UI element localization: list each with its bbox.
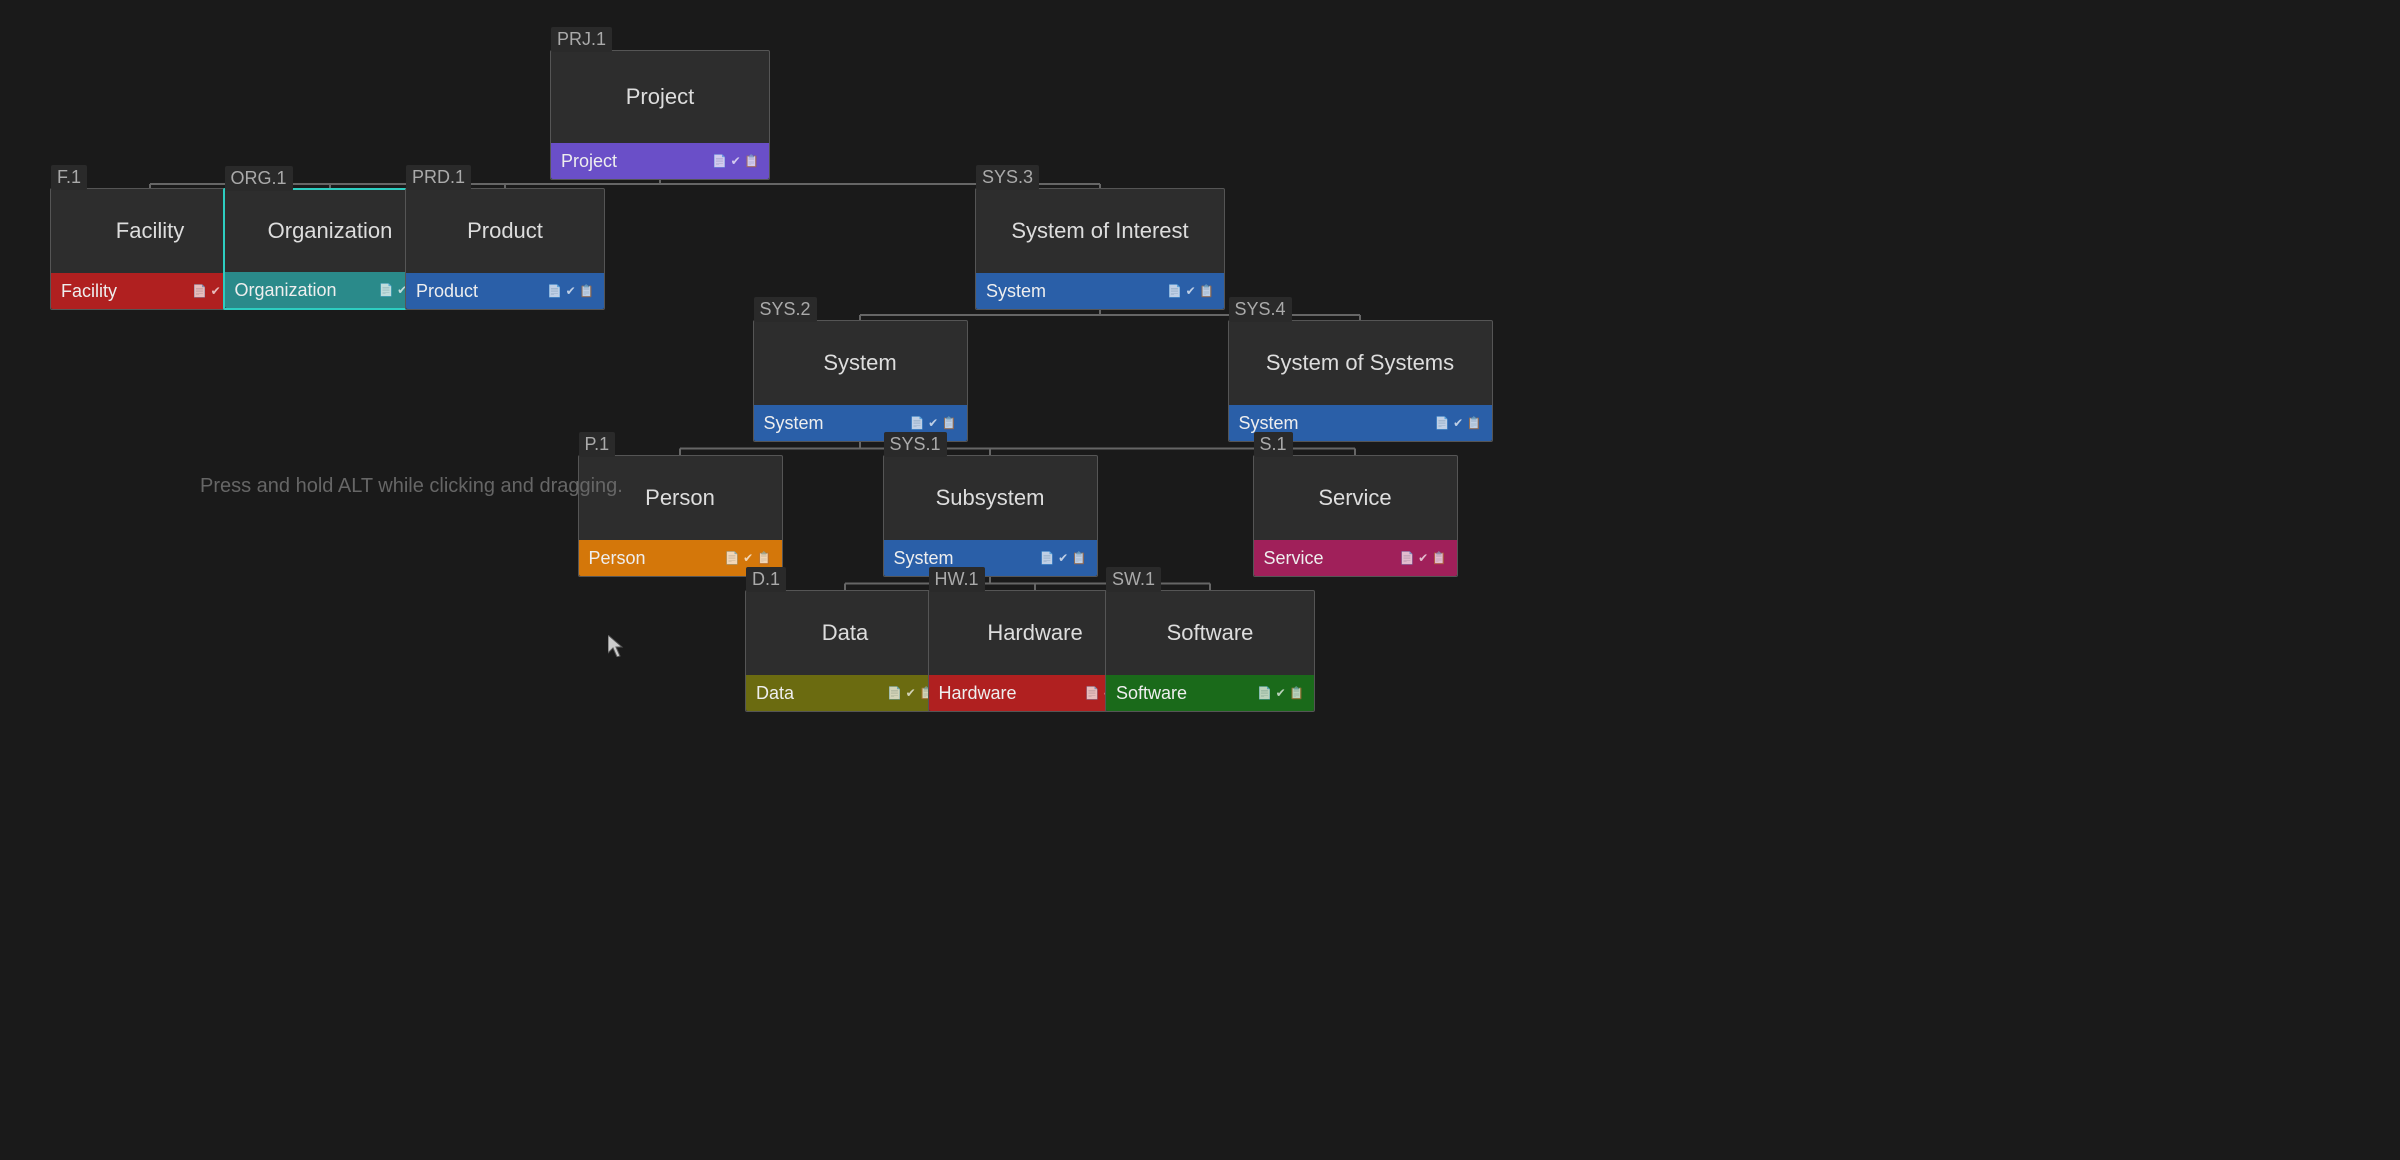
node-footer-icons: 📄 ✔ 📋 bbox=[712, 154, 759, 168]
node-footer-icons: 📄 ✔ 📋 bbox=[547, 284, 594, 298]
node-title: Data bbox=[746, 591, 944, 675]
node-sw-1[interactable]: SW.1SoftwareSoftware📄 ✔ 📋 bbox=[1105, 590, 1315, 712]
node-title: Service bbox=[1254, 456, 1457, 540]
node-title: Product bbox=[406, 189, 604, 273]
node-title: Organization bbox=[225, 190, 436, 272]
node-title: Project bbox=[551, 51, 769, 143]
node-footer-label: Data bbox=[756, 683, 881, 704]
node-footer: Service 📄 ✔ 📋 bbox=[1254, 540, 1457, 576]
node-sys-1[interactable]: SYS.1SubsystemSystem📄 ✔ 📋 bbox=[883, 455, 1098, 577]
node-d-1[interactable]: D.1DataData📄 ✔ 📋 bbox=[745, 590, 945, 712]
node-f-1[interactable]: F.1FacilityFacility📄 ✔ 📋 bbox=[50, 188, 250, 310]
node-footer-label: Hardware bbox=[939, 683, 1079, 704]
node-id-badge: S.1 bbox=[1254, 432, 1293, 457]
node-id-badge: SW.1 bbox=[1106, 567, 1161, 592]
node-title: Subsystem bbox=[884, 456, 1097, 540]
node-id-badge: PRJ.1 bbox=[551, 27, 612, 52]
node-footer: System 📄 ✔ 📋 bbox=[976, 273, 1224, 309]
node-footer-label: System bbox=[986, 281, 1161, 302]
node-footer-label: Facility bbox=[61, 281, 186, 302]
node-sys-2[interactable]: SYS.2SystemSystem📄 ✔ 📋 bbox=[753, 320, 968, 442]
node-title: System bbox=[754, 321, 967, 405]
node-id-badge: ORG.1 bbox=[225, 166, 293, 191]
node-footer-label: Service bbox=[1264, 548, 1394, 569]
node-id-badge: SYS.3 bbox=[976, 165, 1039, 190]
node-footer-label: Project bbox=[561, 151, 706, 172]
node-prd-1[interactable]: PRD.1ProductProduct📄 ✔ 📋 bbox=[405, 188, 605, 310]
node-footer-icons: 📄 ✔ 📋 bbox=[1400, 551, 1447, 565]
node-footer: Product 📄 ✔ 📋 bbox=[406, 273, 604, 309]
hint-text: Press and hold ALT while clicking and dr… bbox=[200, 475, 623, 498]
connection-lines bbox=[0, 0, 2400, 1160]
node-footer-icons: 📄 ✔ 📋 bbox=[1257, 686, 1304, 700]
node-id-badge: SYS.4 bbox=[1229, 297, 1292, 322]
diagram-canvas[interactable]: PRJ.1ProjectProject📄 ✔ 📋F.1FacilityFacil… bbox=[0, 0, 2400, 1160]
node-title: Software bbox=[1106, 591, 1314, 675]
node-footer: Project 📄 ✔ 📋 bbox=[551, 143, 769, 179]
node-title: Person bbox=[579, 456, 782, 540]
node-title: Facility bbox=[51, 189, 249, 273]
node-title: System of Systems bbox=[1229, 321, 1492, 405]
node-id-badge: SYS.2 bbox=[754, 297, 817, 322]
node-footer-label: Software bbox=[1116, 683, 1251, 704]
node-id-badge: HW.1 bbox=[929, 567, 985, 592]
node-id-badge: SYS.1 bbox=[884, 432, 947, 457]
node-id-badge: PRD.1 bbox=[406, 165, 471, 190]
node-footer-icons: 📄 ✔ 📋 bbox=[1167, 284, 1214, 298]
node-footer: Facility📄 ✔ 📋 bbox=[51, 273, 249, 309]
node-p-1[interactable]: P.1PersonPerson📄 ✔ 📋 bbox=[578, 455, 783, 577]
node-footer-icons: 📄 ✔ 📋 bbox=[725, 551, 772, 565]
node-footer-icons: 📄 ✔ 📋 bbox=[1040, 551, 1087, 565]
node-id-badge: F.1 bbox=[51, 165, 87, 190]
node-title: System of Interest bbox=[976, 189, 1224, 273]
node-footer-label: Person bbox=[589, 548, 719, 569]
mouse-cursor bbox=[608, 635, 624, 657]
node-footer-icons: 📄 ✔ 📋 bbox=[910, 416, 957, 430]
node-footer-label: System bbox=[894, 548, 1034, 569]
node-footer: System 📄 ✔ 📋 bbox=[884, 540, 1097, 576]
node-footer-label: Product bbox=[416, 281, 541, 302]
node-footer: Software 📄 ✔ 📋 bbox=[1106, 675, 1314, 711]
node-footer: Organization📄 ✔ 📋 bbox=[225, 272, 436, 308]
node-footer-label: System bbox=[1239, 413, 1429, 434]
node-sys-3[interactable]: SYS.3System of InterestSystem📄 ✔ 📋 bbox=[975, 188, 1225, 310]
node-id-badge: D.1 bbox=[746, 567, 786, 592]
node-prj-1[interactable]: PRJ.1ProjectProject📄 ✔ 📋 bbox=[550, 50, 770, 180]
node-footer: Data📄 ✔ 📋 bbox=[746, 675, 944, 711]
node-footer-label: Organization bbox=[235, 280, 373, 301]
node-footer-icons: 📄 ✔ 📋 bbox=[1435, 416, 1482, 430]
node-id-badge: P.1 bbox=[579, 432, 616, 457]
node-sys-4[interactable]: SYS.4System of SystemsSystem📄 ✔ 📋 bbox=[1228, 320, 1493, 442]
node-footer-label: System bbox=[764, 413, 904, 434]
node-s-1[interactable]: S.1ServiceService📄 ✔ 📋 bbox=[1253, 455, 1458, 577]
